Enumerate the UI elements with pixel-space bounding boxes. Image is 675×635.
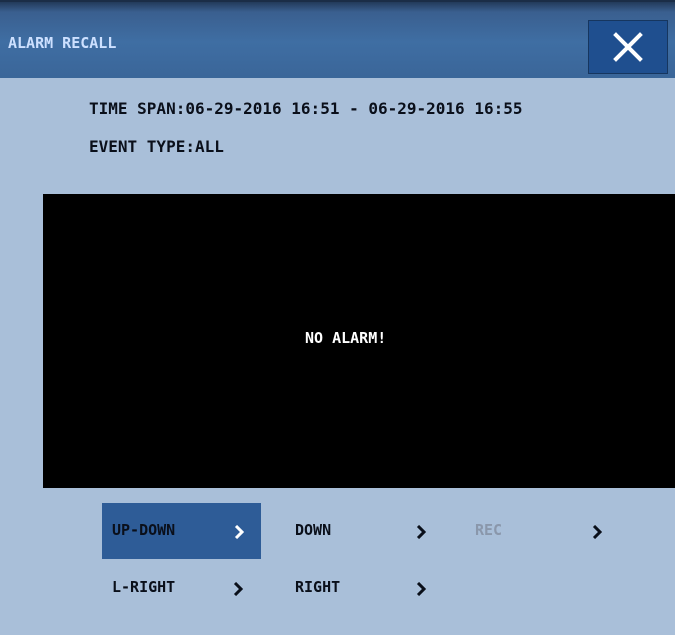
time-span-text: TIME SPAN:06-29-2016 16:51 - 06-29-2016 … (89, 99, 523, 118)
title-bar: ALARM RECALL (0, 0, 675, 78)
alarm-recall-window: ALARM RECALL TIME SPAN:06-29-2016 16:51 … (0, 0, 675, 635)
chevron-right-icon (416, 525, 426, 539)
rec-button[interactable]: REC (465, 503, 625, 559)
rec-label: REC (475, 521, 503, 539)
event-type-text: EVENT TYPE:ALL (89, 137, 224, 156)
no-alarm-message: NO ALARM! (305, 329, 387, 347)
up-down-button[interactable]: UP-DOWN (102, 503, 261, 559)
right-button[interactable]: RIGHT (285, 560, 445, 616)
window-title: ALARM RECALL (8, 34, 117, 52)
chevron-right-icon (234, 525, 244, 539)
chevron-right-icon (233, 582, 243, 596)
close-icon (613, 32, 643, 62)
alarm-list-display: NO ALARM! (43, 194, 675, 488)
l-right-button[interactable]: L-RIGHT (102, 560, 262, 616)
up-down-label: UP-DOWN (112, 521, 176, 539)
l-right-label: L-RIGHT (112, 578, 176, 596)
chevron-right-icon (592, 525, 602, 539)
down-button[interactable]: DOWN (285, 503, 445, 559)
close-button[interactable] (588, 20, 668, 74)
right-label: RIGHT (295, 578, 341, 596)
chevron-right-icon (416, 582, 426, 596)
down-label: DOWN (295, 521, 332, 539)
